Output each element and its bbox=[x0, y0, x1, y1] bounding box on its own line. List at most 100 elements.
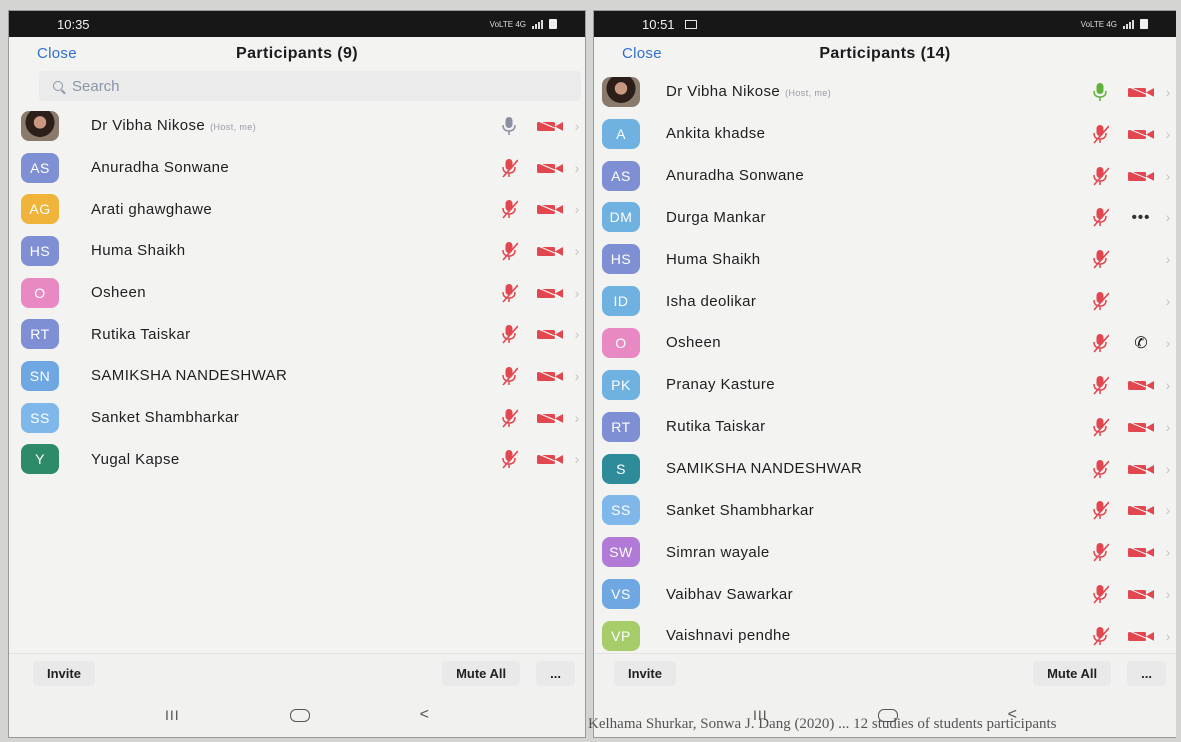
mic-muted-icon[interactable] bbox=[499, 365, 519, 387]
mic-muted-icon[interactable] bbox=[499, 282, 519, 304]
chevron-right-icon[interactable]: › bbox=[571, 285, 583, 301]
chevron-right-icon[interactable]: › bbox=[571, 201, 583, 217]
video-off-icon[interactable] bbox=[1126, 378, 1156, 392]
mic-icon[interactable] bbox=[1090, 81, 1110, 103]
chevron-right-icon[interactable]: › bbox=[1162, 628, 1174, 644]
participant-row[interactable]: O Osheen › bbox=[9, 272, 585, 314]
chevron-right-icon[interactable]: › bbox=[571, 160, 583, 176]
participant-row[interactable]: SN SAMIKSHA NANDESHWAR › bbox=[9, 355, 585, 397]
chevron-right-icon[interactable]: › bbox=[1162, 251, 1174, 267]
participant-row[interactable]: Y Yugal Kapse › bbox=[9, 439, 585, 481]
chevron-right-icon[interactable]: › bbox=[1162, 168, 1174, 184]
participant-row[interactable]: AS Anuradha Sonwane › bbox=[594, 155, 1176, 197]
mute-all-button[interactable]: Mute All bbox=[1033, 661, 1112, 686]
video-off-icon[interactable] bbox=[1126, 462, 1156, 476]
video-off-icon[interactable] bbox=[535, 411, 565, 425]
chevron-right-icon[interactable]: › bbox=[571, 410, 583, 426]
mic-muted-icon[interactable] bbox=[499, 407, 519, 429]
mic-muted-icon[interactable] bbox=[1090, 541, 1110, 563]
participant-row[interactable]: SS Sanket Shambharkar › bbox=[594, 489, 1176, 531]
video-off-icon[interactable] bbox=[535, 452, 565, 466]
video-off-icon[interactable] bbox=[535, 161, 565, 175]
video-off-icon[interactable] bbox=[535, 327, 565, 341]
chevron-right-icon[interactable]: › bbox=[571, 118, 583, 134]
recents-icon[interactable]: III bbox=[165, 707, 180, 723]
participant-row[interactable]: O Osheen ✆ › bbox=[594, 322, 1176, 364]
video-off-icon[interactable] bbox=[535, 119, 565, 133]
mic-muted-icon[interactable] bbox=[1090, 123, 1110, 145]
participant-row[interactable]: ID Isha deolikar › bbox=[594, 280, 1176, 322]
participant-row[interactable]: VS Vaibhav Sawarkar › bbox=[594, 573, 1176, 615]
video-off-icon[interactable] bbox=[1126, 127, 1156, 141]
chevron-right-icon[interactable]: › bbox=[1162, 84, 1174, 100]
participant-row[interactable]: RT Rutika Taiskar › bbox=[9, 313, 585, 355]
video-off-icon[interactable] bbox=[1126, 503, 1156, 517]
video-off-icon[interactable] bbox=[1126, 587, 1156, 601]
participant-row[interactable]: S SAMIKSHA NANDESHWAR › bbox=[594, 448, 1176, 490]
mic-muted-icon[interactable] bbox=[1090, 332, 1110, 354]
chevron-right-icon[interactable]: › bbox=[1162, 544, 1174, 560]
chevron-right-icon[interactable]: › bbox=[1162, 209, 1174, 225]
video-off-icon[interactable] bbox=[1126, 169, 1156, 183]
video-off-icon[interactable] bbox=[1126, 545, 1156, 559]
chevron-right-icon[interactable]: › bbox=[1162, 377, 1174, 393]
participant-row[interactable]: VP Vaishnavi pendhe › bbox=[594, 615, 1176, 657]
mic-muted-icon[interactable] bbox=[1090, 165, 1110, 187]
mic-muted-icon[interactable] bbox=[499, 240, 519, 262]
video-off-icon[interactable] bbox=[1126, 629, 1156, 643]
chevron-right-icon[interactable]: › bbox=[1162, 335, 1174, 351]
participant-row[interactable]: HS Huma Shaikh › bbox=[9, 230, 585, 272]
participant-row[interactable]: PK Pranay Kasture › bbox=[594, 364, 1176, 406]
participant-row[interactable]: HS Huma Shaikh › bbox=[594, 238, 1176, 280]
mic-muted-icon[interactable] bbox=[1090, 583, 1110, 605]
mic-muted-icon[interactable] bbox=[1090, 206, 1110, 228]
more-dots-icon[interactable]: ••• bbox=[1126, 209, 1156, 226]
mic-muted-icon[interactable] bbox=[499, 198, 519, 220]
chevron-right-icon[interactable]: › bbox=[1162, 126, 1174, 142]
chevron-right-icon[interactable]: › bbox=[1162, 293, 1174, 309]
video-off-icon[interactable] bbox=[1126, 85, 1156, 99]
video-off-icon[interactable] bbox=[535, 202, 565, 216]
close-button[interactable]: Close bbox=[37, 45, 77, 62]
more-options-button[interactable]: ... bbox=[1127, 661, 1166, 686]
close-button[interactable]: Close bbox=[622, 45, 662, 62]
mic-icon[interactable] bbox=[499, 115, 519, 137]
participant-row[interactable]: Dr Vibha Nikose (Host, me) › bbox=[9, 105, 585, 147]
chevron-right-icon[interactable]: › bbox=[571, 243, 583, 259]
participant-row[interactable]: SS Sanket Shambharkar › bbox=[9, 397, 585, 439]
chevron-right-icon[interactable]: › bbox=[571, 368, 583, 384]
chevron-right-icon[interactable]: › bbox=[571, 451, 583, 467]
invite-button[interactable]: Invite bbox=[614, 661, 676, 686]
mic-muted-icon[interactable] bbox=[1090, 374, 1110, 396]
mic-muted-icon[interactable] bbox=[499, 448, 519, 470]
home-icon[interactable] bbox=[289, 708, 310, 722]
mic-muted-icon[interactable] bbox=[1090, 248, 1110, 270]
back-icon[interactable]: < bbox=[420, 706, 429, 724]
mic-muted-icon[interactable] bbox=[1090, 625, 1110, 647]
chevron-right-icon[interactable]: › bbox=[1162, 419, 1174, 435]
mic-muted-icon[interactable] bbox=[499, 323, 519, 345]
video-off-icon[interactable] bbox=[1126, 420, 1156, 434]
chevron-right-icon[interactable]: › bbox=[1162, 586, 1174, 602]
mic-muted-icon[interactable] bbox=[1090, 416, 1110, 438]
participant-row[interactable]: AG Arati ghawghawe › bbox=[9, 188, 585, 230]
chevron-right-icon[interactable]: › bbox=[1162, 502, 1174, 518]
participant-row[interactable]: RT Rutika Taiskar › bbox=[594, 406, 1176, 448]
participant-row[interactable]: A Ankita khadse › bbox=[594, 113, 1176, 155]
participant-row[interactable]: SW Simran wayale › bbox=[594, 531, 1176, 573]
mic-muted-icon[interactable] bbox=[1090, 499, 1110, 521]
invite-button[interactable]: Invite bbox=[33, 661, 95, 686]
chevron-right-icon[interactable]: › bbox=[1162, 461, 1174, 477]
search-input[interactable]: Search bbox=[39, 71, 581, 101]
participant-row[interactable]: DM Durga Mankar ••• › bbox=[594, 197, 1176, 239]
more-options-button[interactable]: ... bbox=[536, 661, 575, 686]
video-off-icon[interactable] bbox=[535, 244, 565, 258]
mute-all-button[interactable]: Mute All bbox=[442, 661, 521, 686]
video-off-icon[interactable] bbox=[535, 286, 565, 300]
chevron-right-icon[interactable]: › bbox=[571, 326, 583, 342]
video-off-icon[interactable] bbox=[535, 369, 565, 383]
mic-muted-icon[interactable] bbox=[1090, 458, 1110, 480]
participant-row[interactable]: AS Anuradha Sonwane › bbox=[9, 147, 585, 189]
mic-muted-icon[interactable] bbox=[1090, 290, 1110, 312]
mic-muted-icon[interactable] bbox=[499, 157, 519, 179]
